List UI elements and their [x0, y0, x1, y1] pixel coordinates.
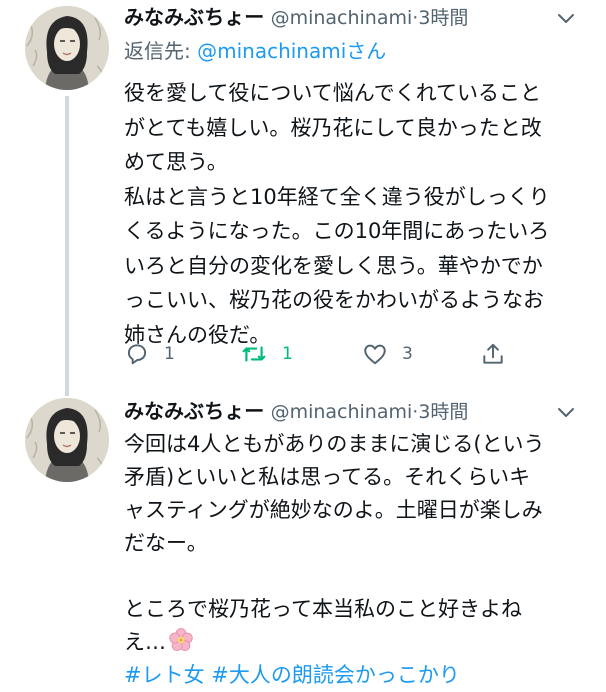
- tweet-text-line: 役を愛して役について悩んでくれていること: [124, 81, 542, 105]
- retweet-button[interactable]: 1: [240, 340, 293, 368]
- tweet-text-line: ところで桜乃花って本当私のこと好きよね: [124, 597, 522, 621]
- avatar-portrait-icon: [25, 398, 109, 482]
- tweet-text-line: めて思う。: [124, 150, 228, 174]
- tweet[interactable]: みなみぶちょー @minachinami·3時間 返信先: @minachina…: [0, 0, 606, 396]
- reply-count: 1: [164, 344, 175, 364]
- cherry-blossom-icon: [169, 628, 193, 652]
- heart-icon: [364, 344, 386, 365]
- tweet-header: みなみぶちょー @minachinami·3時間: [124, 396, 468, 426]
- tweet-text: 今回は4人ともがありのままに演じる(という 矛盾)といいと私は思ってる。それくら…: [124, 428, 584, 692]
- reply-prefix: 返信先:: [124, 39, 198, 63]
- user-handle[interactable]: @minachinami: [271, 7, 413, 29]
- tweet-header: みなみぶちょー @minachinami·3時間: [124, 2, 468, 32]
- reply-mention-link[interactable]: @minachinami: [197, 39, 346, 63]
- tweet-text-line: いろと自分の変化を愛しく思う。華やかでか: [124, 253, 543, 278]
- user-handle[interactable]: @minachinami: [271, 401, 413, 423]
- like-button[interactable]: 3: [362, 340, 413, 368]
- tweet-text-line: 私はと言うと10年経て全く違う役がしっくり: [124, 184, 550, 209]
- hashtag-line: #レト女 #大人の朗読会かっこかり: [124, 659, 584, 692]
- tweet-text-line: 矛盾)といいと私は思ってる。それくらいキ: [124, 465, 531, 489]
- timestamp[interactable]: 3時間: [418, 7, 468, 29]
- like-count: 3: [402, 344, 413, 364]
- reply-button[interactable]: 1: [124, 340, 175, 368]
- reply-icon: [127, 344, 147, 365]
- avatar[interactable]: [25, 398, 109, 482]
- retweet-count: 1: [282, 344, 293, 364]
- share-button[interactable]: [480, 340, 506, 368]
- chevron-down-icon[interactable]: [556, 8, 576, 28]
- tweet-text: 役を愛して役について悩んでくれていること がとても嬉しい。桜乃花にして良かったと…: [124, 76, 584, 352]
- reply-suffix: さん: [346, 39, 387, 63]
- tweet-text-line: くるようになった。この10年間にあったいろ: [124, 219, 550, 243]
- avatar[interactable]: [25, 6, 109, 90]
- hashtag-link[interactable]: #レト女: [124, 663, 205, 687]
- tweet-text-line: 今回は4人ともがありのままに演じる(という: [124, 432, 545, 456]
- reply-context: 返信先: @minachinamiさん: [124, 36, 386, 66]
- display-name[interactable]: みなみぶちょー: [124, 5, 264, 29]
- tweet-text-line: っこいい、桜乃花の役をかわいがるようなお: [124, 288, 544, 312]
- thread-connector-line: [65, 96, 69, 396]
- tweet-text-line: ャスティングが絶妙なのよ。土曜日が楽しみ: [124, 498, 543, 522]
- tweet-actions: 1 1 3: [124, 340, 564, 368]
- tweet-text-line: だなー。: [124, 531, 208, 555]
- tweet-text-fragment: え…: [124, 630, 166, 654]
- tweet-text-line: え…: [124, 626, 584, 659]
- timestamp[interactable]: 3時間: [418, 401, 468, 423]
- hashtag-link[interactable]: #大人の朗読会かっこかり: [211, 663, 460, 687]
- display-name[interactable]: みなみぶちょー: [124, 399, 264, 423]
- tweet[interactable]: みなみぶちょー @minachinami·3時間 今回は4人ともがありのままに演…: [0, 382, 606, 687]
- retweet-icon: [242, 346, 266, 362]
- chevron-down-icon[interactable]: [556, 402, 576, 422]
- share-icon: [483, 343, 503, 364]
- avatar-portrait-icon: [25, 6, 109, 90]
- tweet-text-line: がとても嬉しい。桜乃花にして良かったと改: [124, 115, 542, 140]
